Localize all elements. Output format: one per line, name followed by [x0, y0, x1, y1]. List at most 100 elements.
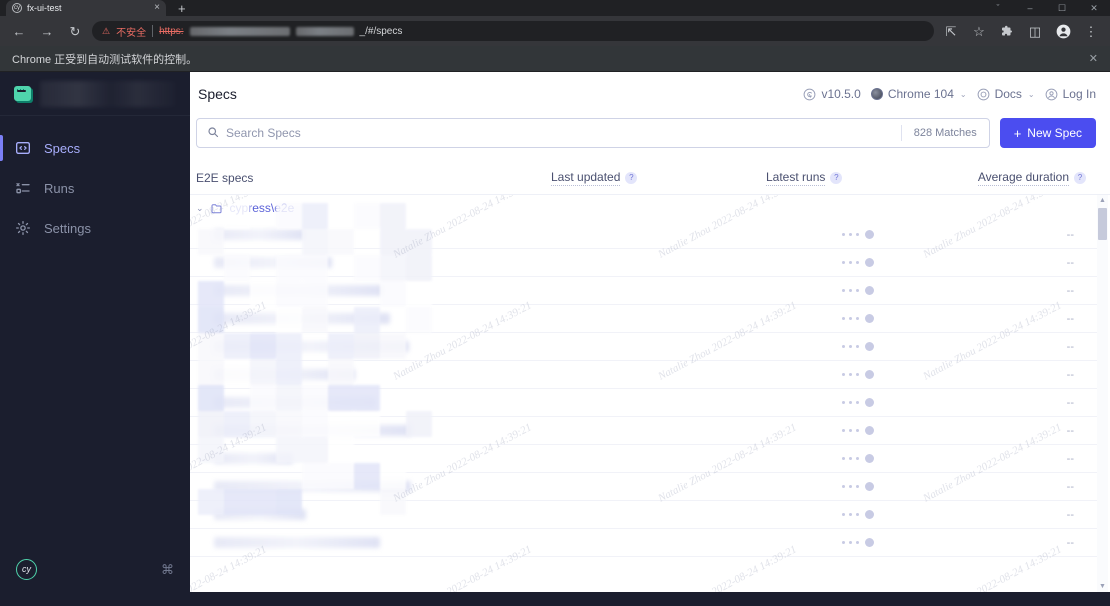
help-icon-latest-runs[interactable]: ?: [830, 172, 842, 184]
docs-menu[interactable]: Docs ⌄: [977, 87, 1035, 101]
run-placeholder-dot: [842, 541, 845, 544]
cypress-logo-icon[interactable]: cy: [16, 559, 37, 580]
login-button[interactable]: Log In: [1045, 87, 1096, 101]
run-status-placeholder: [865, 454, 874, 463]
browser-label: Chrome 104: [888, 87, 954, 101]
spec-name-redacted: [214, 257, 332, 268]
run-placeholder-dot: [842, 317, 845, 320]
back-icon[interactable]: ←: [8, 20, 30, 42]
spec-name-redacted: [214, 453, 293, 464]
window-minimize-icon[interactable]: –: [1014, 0, 1046, 16]
search-box[interactable]: 828 Matches: [196, 118, 990, 148]
window-maximize-icon[interactable]: ☐: [1046, 0, 1078, 16]
bookmark-star-icon[interactable]: ☆: [968, 20, 990, 42]
latest-runs-cell: [778, 314, 938, 323]
table-row[interactable]: --: [190, 333, 1098, 361]
window-more-icon[interactable]: ˇ: [982, 0, 1014, 16]
new-spec-button[interactable]: + New Spec: [1000, 118, 1096, 148]
table-row[interactable]: --: [190, 249, 1098, 277]
chevron-down-icon-folder[interactable]: ⌄: [196, 204, 204, 213]
spec-name-redacted: [214, 313, 390, 324]
address-bar[interactable]: ⚠ 不安全 https: _/#/specs: [92, 21, 934, 41]
table-row[interactable]: --: [190, 221, 1098, 249]
spec-name-redacted: [214, 425, 411, 436]
sidebar-item-runs[interactable]: Runs: [0, 168, 190, 208]
column-label-latest-runs: Latest runs: [766, 170, 825, 186]
share-icon[interactable]: ⇱: [940, 20, 962, 42]
new-tab-button[interactable]: +: [178, 2, 186, 15]
run-placeholder-dot: [849, 401, 852, 404]
bottom-strip: [0, 592, 1110, 606]
side-panel-icon[interactable]: ◫: [1024, 20, 1046, 42]
table-row[interactable]: --: [190, 277, 1098, 305]
browser-selector[interactable]: Chrome 104 ⌄: [871, 87, 967, 101]
table-row[interactable]: --: [190, 417, 1098, 445]
column-header-last-updated[interactable]: Last updated ?: [551, 170, 766, 186]
scroll-down-icon[interactable]: ▼: [1099, 581, 1106, 592]
spec-name-redacted: [214, 481, 411, 492]
table-row[interactable]: --: [190, 445, 1098, 473]
help-icon-average-duration[interactable]: ?: [1074, 172, 1086, 184]
run-placeholder-dot: [856, 373, 859, 376]
table-row[interactable]: --: [190, 305, 1098, 333]
table-row[interactable]: --: [190, 501, 1098, 529]
run-placeholder-dot: [842, 373, 845, 376]
spec-name-redacted: [214, 229, 305, 240]
search-input[interactable]: [226, 126, 901, 140]
tab-close-icon[interactable]: ×: [154, 3, 160, 13]
run-placeholder-dot: [842, 401, 845, 404]
latest-runs-cell: [778, 398, 938, 407]
average-duration-cell: --: [938, 509, 1098, 521]
notification-close-icon[interactable]: ✕: [1089, 52, 1098, 65]
url-path-redacted: [296, 27, 354, 36]
profile-avatar-icon[interactable]: [1052, 20, 1074, 42]
spec-name-cell: [196, 397, 563, 408]
app-viewport: Specs Runs Settings cy ⌘ Specs v10.5.0 C…: [0, 72, 1110, 592]
latest-runs-cell: [778, 538, 938, 547]
omnibox-divider: [152, 25, 153, 37]
spec-name-cell: [196, 481, 563, 492]
table-row[interactable]: --: [190, 389, 1098, 417]
spec-name-redacted: [214, 509, 306, 520]
spec-name-redacted: [214, 369, 355, 380]
run-placeholder-dot: [842, 457, 845, 460]
average-duration-cell: --: [938, 285, 1098, 297]
column-header-latest-runs[interactable]: Latest runs ?: [766, 170, 926, 186]
vertical-scrollbar[interactable]: ▲ ▼: [1097, 195, 1108, 592]
help-icon-last-updated[interactable]: ?: [625, 172, 637, 184]
column-header-average-duration[interactable]: Average duration ?: [926, 170, 1086, 186]
scrollbar-track[interactable]: [1097, 206, 1108, 581]
table-row[interactable]: --: [190, 473, 1098, 501]
sidebar-item-label-runs: Runs: [44, 181, 74, 196]
search-icon: [207, 126, 219, 141]
sidebar-item-settings[interactable]: Settings: [0, 208, 190, 248]
spec-name-redacted: [214, 285, 383, 296]
reload-icon[interactable]: ↻: [64, 20, 86, 42]
spec-name-cell: [196, 229, 563, 240]
window-close-icon[interactable]: ✕: [1078, 0, 1110, 16]
login-label: Log In: [1063, 87, 1096, 101]
keyboard-shortcut-icon[interactable]: ⌘: [161, 563, 174, 576]
run-placeholder-dot: [842, 289, 845, 292]
sidebar-item-specs[interactable]: Specs: [0, 128, 190, 168]
browser-menu-icon[interactable]: ⋮: [1080, 20, 1102, 42]
chevron-down-icon-docs: ⌄: [1028, 90, 1035, 99]
forward-icon[interactable]: →: [36, 20, 58, 42]
run-placeholder-dot: [849, 317, 852, 320]
run-placeholder-dot: [842, 513, 845, 516]
folder-row-cypress-e2e[interactable]: ⌄ cypress\e2e: [190, 195, 1098, 221]
extensions-puzzle-icon[interactable]: [996, 20, 1018, 42]
average-duration-cell: --: [938, 257, 1098, 269]
sidebar-project-header[interactable]: [0, 72, 190, 116]
scrollbar-thumb[interactable]: [1098, 208, 1107, 240]
average-duration-cell: --: [938, 537, 1098, 549]
scroll-up-icon[interactable]: ▲: [1099, 195, 1106, 206]
spec-name-redacted: [214, 341, 409, 352]
browser-tab[interactable]: cy fx-ui-test ×: [6, 0, 166, 16]
tab-title: fx-ui-test: [27, 3, 149, 13]
specs-icon: [14, 140, 31, 157]
table-row[interactable]: --: [190, 529, 1098, 557]
table-row[interactable]: --: [190, 361, 1098, 389]
run-placeholder-dot: [849, 513, 852, 516]
run-status-placeholder: [865, 286, 874, 295]
